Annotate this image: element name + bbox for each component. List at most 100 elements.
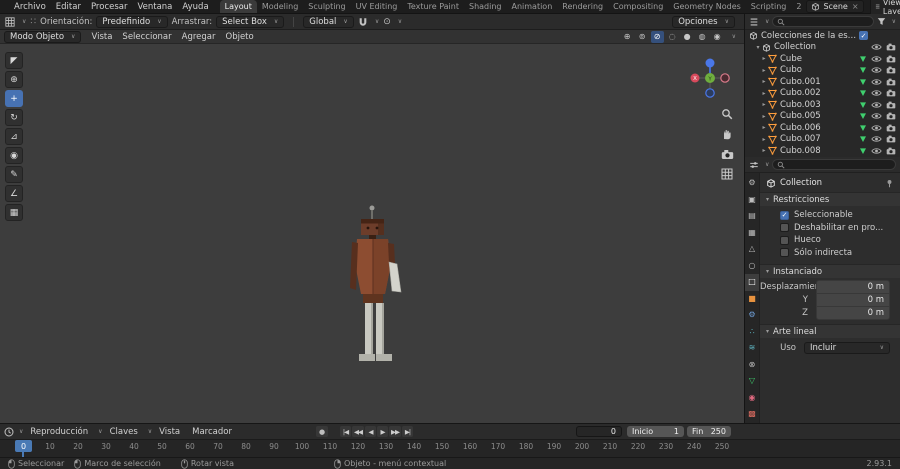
outliner-item[interactable]: ▸ Cubo.002 xyxy=(745,88,900,100)
eye-icon[interactable] xyxy=(871,89,882,97)
workspace-tab[interactable]: Shading xyxy=(464,0,507,13)
jump-end-button[interactable]: ▶| xyxy=(402,426,413,437)
camera-icon[interactable] xyxy=(886,66,896,74)
xray-toggle-icon[interactable]: ⊘ xyxy=(650,30,664,43)
playhead[interactable]: 0 xyxy=(15,440,32,452)
eye-icon[interactable] xyxy=(871,101,882,109)
modifiers-tab[interactable]: ⚙ xyxy=(745,307,759,324)
expand-icon[interactable]: ▸ xyxy=(760,55,768,62)
material-tab[interactable]: ◉ xyxy=(745,390,759,407)
topbar-menu[interactable]: Procesar xyxy=(86,2,133,12)
physics-tab[interactable]: ≋ xyxy=(745,340,759,357)
transform-pivot-dropdown[interactable]: Global ∨ xyxy=(303,15,354,28)
outliner-search-input[interactable] xyxy=(772,16,874,27)
play-reverse-button[interactable]: ◀ xyxy=(365,426,376,437)
editor-type-icon[interactable] xyxy=(5,17,15,27)
mode-dropdown[interactable]: Modo Objeto ∨ xyxy=(4,30,82,43)
section-instanciado[interactable]: ▾ Instanciado xyxy=(760,264,900,278)
frame-end-field[interactable]: Fin 250 xyxy=(687,426,731,437)
outliner-item[interactable]: ▸ Cubo.001 xyxy=(745,76,900,88)
topbar-menu[interactable]: Archivo xyxy=(9,2,51,12)
collection-checkbox[interactable]: ✓ xyxy=(859,31,868,41)
workspace-tab[interactable]: Texture Paint xyxy=(402,0,464,13)
shading-solid-icon[interactable]: ● xyxy=(681,31,694,43)
timeline-editor-icon[interactable] xyxy=(4,427,14,437)
workspace-tab[interactable]: Rendering xyxy=(557,0,608,13)
camera-icon[interactable] xyxy=(886,101,896,109)
checkbox[interactable]: ✓ xyxy=(780,235,789,245)
workspace-tab[interactable]: Animation xyxy=(506,0,557,13)
camera-view-icon[interactable] xyxy=(719,146,735,162)
outliner-item[interactable]: ▸ Cubo.005 xyxy=(745,111,900,123)
eye-icon[interactable] xyxy=(871,135,882,143)
shading-rendered-icon[interactable]: ◉ xyxy=(711,31,724,43)
topbar-menu[interactable]: Ventana xyxy=(132,2,177,12)
outliner-item[interactable]: ▸ Cubo xyxy=(745,65,900,77)
orthographic-toggle-icon[interactable] xyxy=(719,166,735,182)
outliner-collection-row[interactable]: ▾ Collection xyxy=(745,42,900,54)
outliner-item[interactable]: ▸ Cubo.007 xyxy=(745,134,900,146)
eye-icon[interactable] xyxy=(871,147,882,155)
prev-keyframe-button[interactable]: ◀◀ xyxy=(352,426,364,437)
eye-icon[interactable] xyxy=(871,43,882,51)
annotate-tool[interactable]: ✎ xyxy=(5,166,23,183)
field-value[interactable]: 0 m xyxy=(816,293,890,307)
viewport-menu[interactable]: Seleccionar xyxy=(117,32,176,42)
camera-icon[interactable] xyxy=(886,78,896,86)
filter-chevron-icon[interactable]: ∨ xyxy=(892,18,896,25)
tool-tab[interactable]: ⚙ xyxy=(745,175,759,192)
world-tab[interactable]: ○ xyxy=(745,258,759,275)
scale-tool[interactable]: ⊿ xyxy=(5,128,23,145)
shading-wireframe-icon[interactable]: ◌ xyxy=(666,31,679,43)
workspace-tab[interactable]: Compositing xyxy=(608,0,668,13)
checkbox[interactable]: ✓ xyxy=(780,223,789,233)
expand-icon[interactable]: ▸ xyxy=(760,124,768,131)
properties-editor-icon[interactable] xyxy=(749,160,759,170)
shading-chevron-icon[interactable]: ∨ xyxy=(732,33,736,40)
field-value[interactable]: 0 m xyxy=(816,306,890,320)
field-value[interactable]: 0 m xyxy=(816,280,890,294)
workspace-tab[interactable]: Scripting xyxy=(746,0,792,13)
eye-icon[interactable] xyxy=(871,55,882,63)
workspace-tab[interactable]: Modeling xyxy=(257,0,303,13)
view-menu[interactable]: Vista xyxy=(154,427,185,437)
workspace-tab[interactable]: Sculpting xyxy=(303,0,350,13)
marker-menu[interactable]: Marcador xyxy=(187,427,237,437)
view-layer-tab[interactable]: ▦ xyxy=(745,225,759,242)
outliner-item[interactable]: ▸ Cube xyxy=(745,53,900,65)
proportional-editing-icon[interactable]: ⊙ xyxy=(383,17,391,27)
render-tab[interactable]: ▣ xyxy=(745,192,759,209)
editor-type-chevron-icon[interactable]: ∨ xyxy=(22,18,26,25)
viewport-menu[interactable]: Objeto xyxy=(221,32,259,42)
outliner-editor-icon[interactable] xyxy=(749,17,759,27)
checkbox-row[interactable]: ✓ Deshabilitar en pro... xyxy=(760,222,900,235)
timeline-ruler[interactable]: 0 10 20 30 40 50 60 70 80 90 100 110 120 130 140 150 160… xyxy=(0,439,900,458)
viewport-canvas[interactable]: ◤ ⊕ + ↻ ⊿ ◉ ✎ ∠ ▦ X Y xyxy=(0,44,744,423)
viewport-menu[interactable]: Vista xyxy=(86,32,117,42)
snap-chevron-icon[interactable]: ∨ xyxy=(375,18,379,25)
jump-start-button[interactable]: |◀ xyxy=(340,426,351,437)
navigation-gizmo[interactable]: X Y xyxy=(688,56,732,100)
expand-icon[interactable]: ▸ xyxy=(760,90,768,97)
move-tool[interactable]: + xyxy=(5,90,23,107)
proportional-chevron-icon[interactable]: ∨ xyxy=(398,18,402,25)
gizmos-toggle-icon[interactable]: ⊕ xyxy=(621,31,634,43)
outliner-root-row[interactable]: Colecciones de la escena ✓ xyxy=(745,30,900,42)
cursor-tool[interactable]: ⊕ xyxy=(5,71,23,88)
robot-model[interactable] xyxy=(345,202,411,367)
drag-dropdown[interactable]: Select Box ∨ xyxy=(216,15,285,28)
frame-start-field[interactable]: Inicio 1 xyxy=(627,426,684,437)
outliner-editor-chevron-icon[interactable]: ∨ xyxy=(765,18,769,25)
scene-unlink-icon[interactable]: × xyxy=(852,2,859,11)
checkbox-row[interactable]: ✓ Sólo indirecta xyxy=(760,247,900,260)
outliner-item[interactable]: ▸ Cubo.003 xyxy=(745,99,900,111)
options-dropdown[interactable]: Opciones ∨ xyxy=(672,15,735,28)
camera-icon[interactable] xyxy=(886,89,896,97)
object-tab[interactable]: ■ xyxy=(745,291,759,308)
camera-icon[interactable] xyxy=(886,135,896,143)
timeline-editor-chevron-icon[interactable]: ∨ xyxy=(19,428,23,435)
usage-dropdown[interactable]: Incluir ∨ xyxy=(804,342,890,354)
expand-icon[interactable]: ▸ xyxy=(760,67,768,74)
properties-editor-chevron-icon[interactable]: ∨ xyxy=(765,161,769,168)
expand-icon[interactable]: ▸ xyxy=(760,113,768,120)
